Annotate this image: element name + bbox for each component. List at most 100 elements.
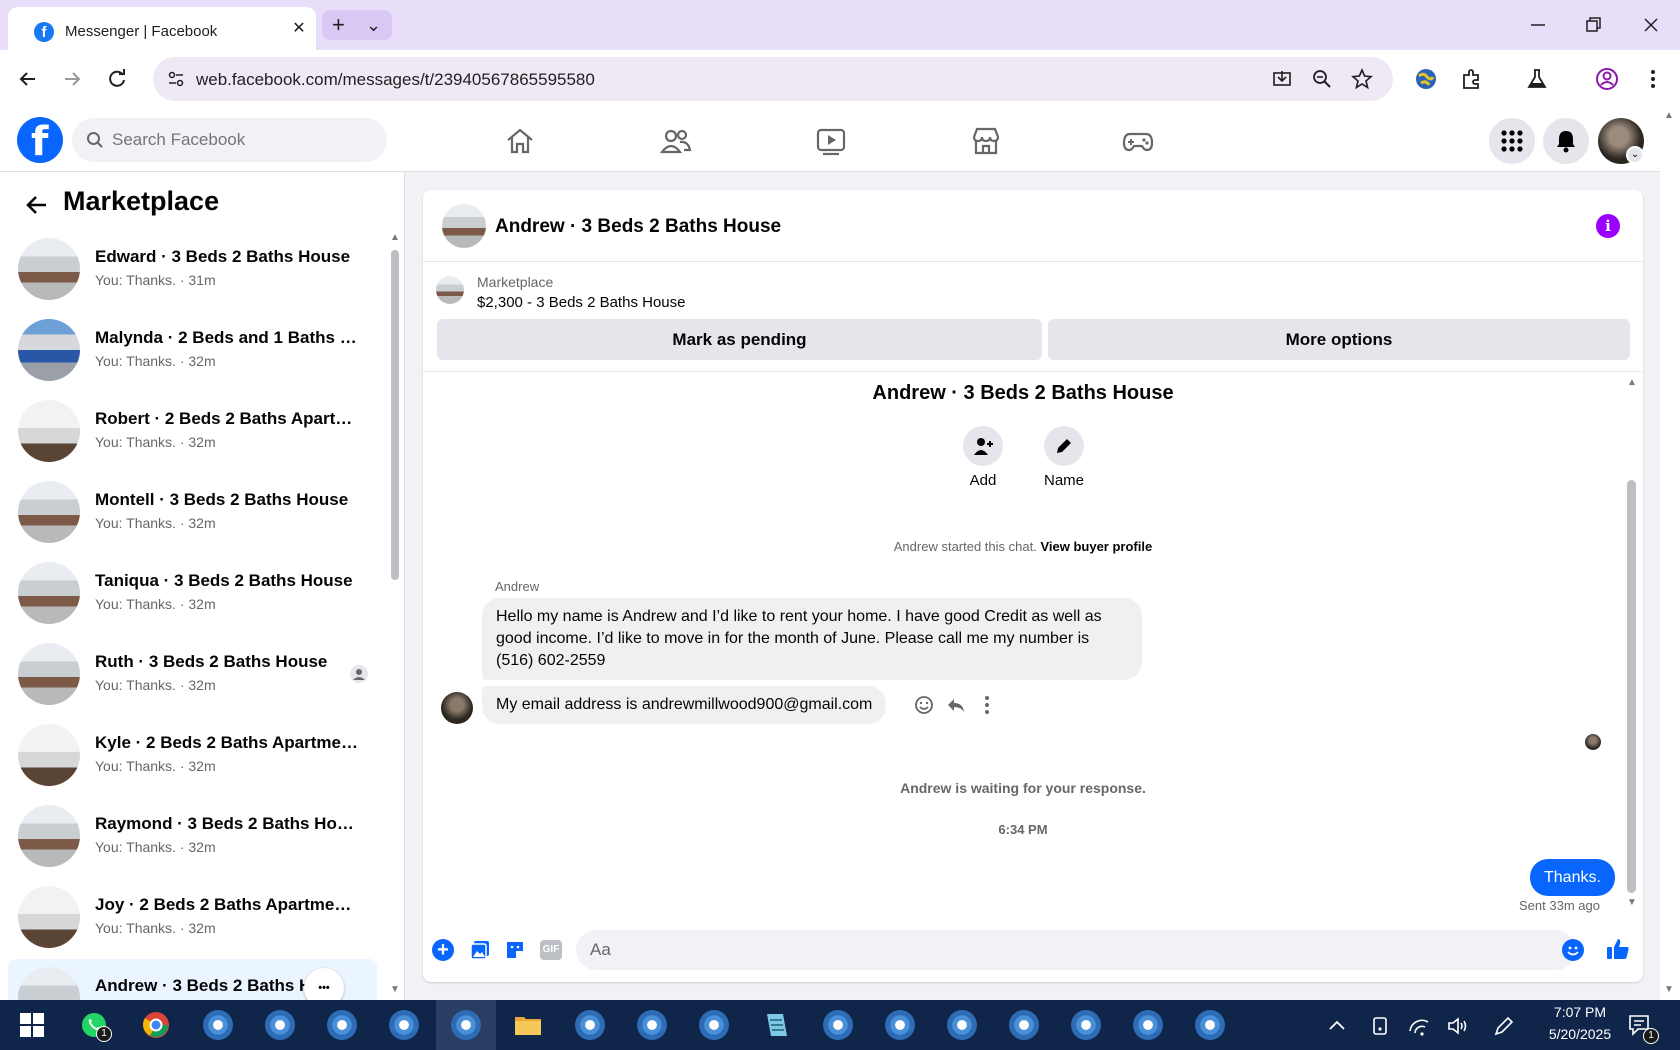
message-input[interactable]: [590, 938, 1490, 962]
tab-close-icon[interactable]: ✕: [288, 18, 310, 40]
video-icon[interactable]: [815, 125, 847, 157]
chat-scroll-down-icon[interactable]: ▼: [1627, 897, 1637, 908]
browser-tab-messenger[interactable]: f Messenger | Facebook ✕: [8, 7, 316, 50]
chrome-profile-icon[interactable]: [699, 1010, 729, 1040]
page-scrollbar[interactable]: ▲ ▼: [1660, 108, 1680, 1000]
install-app-icon[interactable]: [1271, 68, 1293, 90]
react-emoji-icon[interactable]: [913, 694, 935, 716]
chat-scrollbar-thumb[interactable]: [1627, 480, 1636, 893]
clock-time[interactable]: 7:07 PM: [1540, 1004, 1620, 1020]
chrome-profile-icon[interactable]: [1133, 1010, 1163, 1040]
more-options-button[interactable]: More options: [1048, 319, 1630, 360]
notepad-icon[interactable]: [761, 1010, 791, 1040]
mark-as-pending-button[interactable]: Mark as pending: [437, 319, 1042, 360]
zoom-icon[interactable]: [1311, 68, 1333, 90]
incoming-message[interactable]: Hello my name is Andrew and I’d like to …: [482, 598, 1142, 680]
conversation-item[interactable]: Raymond · 3 Beds 2 Baths House You: Thank…: [8, 797, 377, 875]
conversation-item[interactable]: Ruth · 3 Beds 2 Baths House You: Thanks. …: [8, 635, 377, 713]
gaming-icon[interactable]: [1122, 125, 1154, 157]
chrome-profile-icon[interactable]: [389, 1010, 419, 1040]
more-actions-icon[interactable]: [976, 694, 998, 716]
conversation-item[interactable]: Joy · 2 Beds 2 Baths Apartment/... You: T…: [8, 878, 377, 956]
bookmark-star-icon[interactable]: [1351, 68, 1373, 90]
chrome-profile-icon[interactable]: [637, 1010, 667, 1040]
reload-icon[interactable]: [104, 66, 130, 92]
file-explorer-icon[interactable]: [513, 1010, 543, 1040]
browser-menu-icon[interactable]: [1640, 66, 1666, 92]
forward-icon[interactable]: [59, 66, 85, 92]
home-icon[interactable]: [504, 125, 536, 157]
chat-scroll-up-icon[interactable]: ▲: [1627, 377, 1637, 388]
chrome-profile-icon[interactable]: [823, 1010, 853, 1040]
friends-icon[interactable]: [660, 125, 692, 157]
photo-icon[interactable]: [469, 939, 491, 961]
chrome-profile-icon[interactable]: [327, 1010, 357, 1040]
chrome-icon[interactable]: [141, 1010, 171, 1040]
address-bar[interactable]: web.facebook.com/messages/t/239405678655…: [153, 57, 1393, 101]
extension-globe-icon[interactable]: [1413, 66, 1439, 92]
marketplace-icon[interactable]: [970, 125, 1002, 157]
listing-thumbnail[interactable]: [436, 276, 464, 304]
wifi-icon[interactable]: [1407, 1014, 1431, 1038]
notifications-button[interactable]: [1543, 118, 1589, 164]
tab-list-chevron-icon[interactable]: ⌄: [366, 12, 381, 38]
restore-icon[interactable]: [1578, 10, 1608, 40]
more-actions-plus-icon[interactable]: +: [432, 939, 454, 961]
sender-avatar[interactable]: [441, 692, 473, 724]
view-buyer-profile-link[interactable]: View buyer profile: [1040, 539, 1152, 554]
back-arrow-icon[interactable]: [24, 192, 50, 218]
menu-grid-button[interactable]: [1489, 118, 1535, 164]
conversation-item[interactable]: Taniqua · 3 Beds 2 Baths House You: Thank…: [8, 554, 377, 632]
incoming-message[interactable]: My email address is andrewmillwood900@gm…: [482, 686, 887, 724]
conversation-item[interactable]: Montell · 3 Beds 2 Baths House You: Thank…: [8, 473, 377, 551]
chat-title[interactable]: Andrew · 3 Beds 2 Baths House: [495, 216, 781, 238]
edit-name-button[interactable]: [1044, 426, 1084, 466]
minimize-icon[interactable]: [1523, 10, 1553, 40]
page-scroll-down-icon[interactable]: ▼: [1664, 984, 1674, 995]
reply-icon[interactable]: [945, 694, 967, 716]
add-people-button[interactable]: [963, 426, 1003, 466]
outgoing-message[interactable]: Thanks.: [1530, 859, 1615, 896]
conversation-item[interactable]: Edward · 3 Beds 2 Baths House You: Thanks…: [8, 230, 377, 308]
labs-flask-icon[interactable]: [1524, 66, 1550, 92]
close-window-icon[interactable]: [1636, 10, 1666, 40]
extensions-puzzle-icon[interactable]: [1459, 66, 1485, 92]
chrome-profile-icon[interactable]: [1009, 1010, 1039, 1040]
sticker-icon[interactable]: [504, 939, 526, 961]
chat-avatar[interactable]: [442, 204, 486, 248]
chrome-profile-icon[interactable]: [1195, 1010, 1225, 1040]
conversation-more-icon[interactable]: •••: [304, 968, 344, 1000]
back-icon[interactable]: [15, 66, 41, 92]
chrome-profile-icon[interactable]: [203, 1010, 233, 1040]
emoji-icon[interactable]: [1562, 939, 1584, 961]
page-scroll-up-icon[interactable]: ▲: [1664, 110, 1674, 121]
show-hidden-icons-chevron-icon[interactable]: [1325, 1014, 1349, 1038]
sidebar-scrollbar-thumb[interactable]: [391, 250, 399, 580]
conversation-item[interactable]: Kyle · 2 Beds 2 Baths Apartment... You: T…: [8, 716, 377, 794]
chrome-profile-icon[interactable]: [451, 1010, 481, 1040]
info-icon[interactable]: i: [1596, 214, 1620, 238]
sidebar-scroll-up-icon[interactable]: ▲: [390, 232, 400, 243]
account-chevron-down-icon[interactable]: ⌄: [1626, 146, 1644, 164]
conversation-item[interactable]: Robert · 2 Beds 2 Baths Apartm... You: Th…: [8, 392, 377, 470]
chrome-profile-icon[interactable]: [885, 1010, 915, 1040]
facebook-search[interactable]: [72, 118, 387, 162]
pen-icon[interactable]: [1492, 1014, 1516, 1038]
site-settings-icon[interactable]: [166, 69, 186, 89]
new-tab-button[interactable]: +: [332, 12, 345, 38]
volume-icon[interactable]: [1446, 1014, 1470, 1038]
chrome-profile-icon[interactable]: [575, 1010, 605, 1040]
windows-start-icon[interactable]: [17, 1010, 47, 1040]
clock-date[interactable]: 5/20/2025: [1530, 1026, 1630, 1042]
facebook-logo[interactable]: f: [17, 117, 63, 165]
chrome-profile-icon[interactable]: [265, 1010, 295, 1040]
search-input[interactable]: [112, 128, 372, 152]
gif-button[interactable]: GIF: [540, 940, 562, 960]
device-icon[interactable]: [1368, 1014, 1392, 1038]
profile-icon[interactable]: [1594, 66, 1620, 92]
message-composer[interactable]: [576, 930, 1576, 970]
conversation-item[interactable]: Andrew · 3 Beds 2 Baths Hou •••: [8, 959, 377, 1000]
conversation-item[interactable]: Malynda · 2 Beds and 1 Baths H... You: Th…: [8, 311, 377, 389]
chrome-profile-icon[interactable]: [947, 1010, 977, 1040]
like-thumbs-up-icon[interactable]: [1605, 936, 1631, 962]
